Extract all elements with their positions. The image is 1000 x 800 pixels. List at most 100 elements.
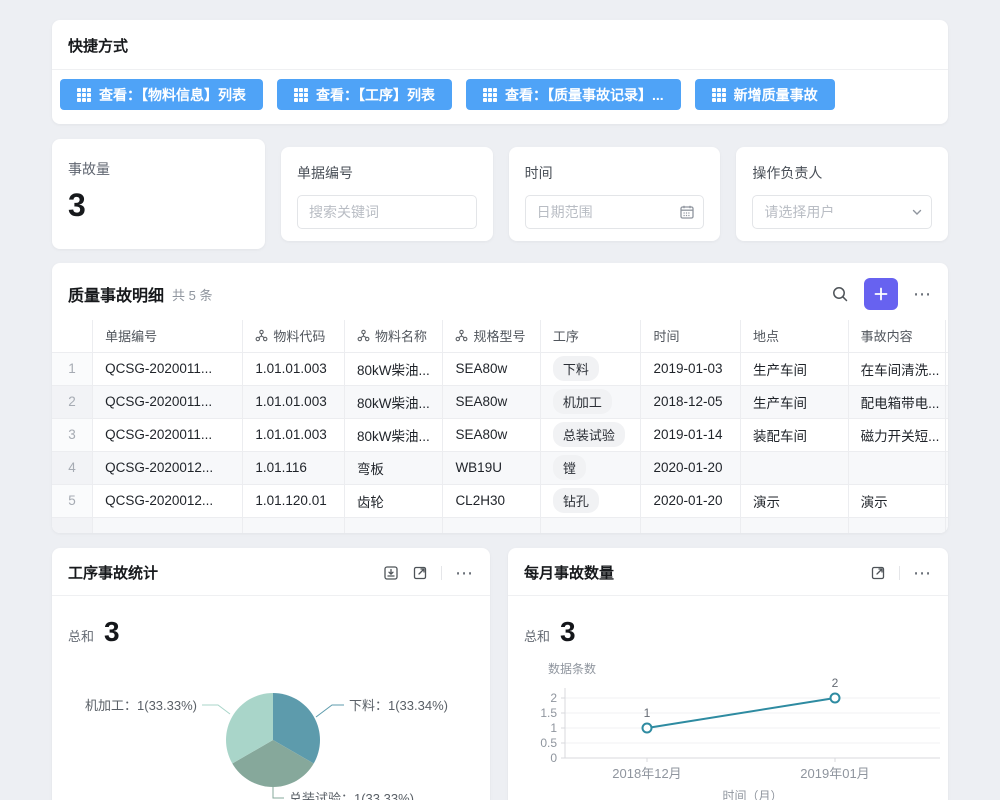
cell-doc_no: QCSG-2020011...: [93, 352, 243, 385]
pie-card-title: 工序事故统计: [68, 562, 158, 583]
date-range-input[interactable]: [525, 195, 705, 229]
filter-row: 事故量 3 单据编号 时间: [52, 139, 948, 249]
download-icon[interactable]: [383, 565, 399, 581]
y-tick-label: 1.5: [540, 706, 557, 720]
cell-material_code: 1.01.120.01: [243, 484, 345, 517]
open-window-icon[interactable]: [870, 565, 886, 581]
column-header-content[interactable]: 事故内容: [848, 320, 945, 352]
process-stat-card: 工序事故统计 ⋯: [52, 548, 490, 800]
column-header-avatar[interactable]: 操作负责人: [946, 320, 948, 352]
cell-location: [740, 451, 848, 484]
row-index: 3: [52, 418, 93, 451]
cell-material_name: 齿轮: [344, 484, 443, 517]
line-card-title: 每月事故数量: [524, 562, 614, 583]
y-tick-label: 1: [550, 721, 557, 735]
cell-content: 配电箱带电...: [848, 385, 945, 418]
accident-count-card: 事故量 3: [52, 139, 265, 249]
table-row-empty: [52, 517, 948, 533]
operator-filter-label: 操作负责人: [752, 163, 932, 183]
cell-content: [848, 451, 945, 484]
column-header-spec[interactable]: 规格型号: [443, 320, 540, 352]
grid-icon: [77, 88, 91, 102]
cell-spec: WB19U: [443, 451, 540, 484]
shortcut-button-label: 查看：【物料信息】列表: [99, 85, 246, 105]
cell-location: 生产车间: [740, 352, 848, 385]
column-header-date[interactable]: 时间: [641, 320, 741, 352]
pie-label: 机加工：1(33.33%): [85, 698, 197, 713]
cell-doc_no: QCSG-2020011...: [93, 385, 243, 418]
shortcut-button-label: 查看：【工序】列表: [316, 85, 435, 105]
process-badge: 下料: [553, 356, 599, 381]
shortcut-button-2[interactable]: 查看：【工序】列表: [277, 79, 452, 110]
y-axis-title: 数据条数: [548, 661, 596, 676]
column-header-doc_no[interactable]: 单据编号: [93, 320, 243, 352]
x-tick-label: 2019年01月: [800, 766, 869, 781]
table-title: 质量事故明细: [68, 282, 164, 306]
table-row[interactable]: 5QCSG-2020012...1.01.120.01齿轮CL2H30钻孔202…: [52, 484, 948, 517]
column-header-process[interactable]: 工序: [540, 320, 641, 352]
column-header-location[interactable]: 地点: [740, 320, 848, 352]
accident-detail-card: 质量事故明细 共 5 条 ⋯ 单据编号物料代码物料名称规格型号工序时间地点事故内…: [52, 263, 948, 533]
data-point-label: 1: [644, 706, 651, 720]
operator-select-placeholder: 请选择用户: [764, 202, 834, 222]
cell-material_code: 1.01.01.003: [243, 385, 345, 418]
accident-table: 单据编号物料代码物料名称规格型号工序时间地点事故内容操作负责人1QCSG-202…: [52, 320, 948, 533]
cell-content: 磁力开关短...: [848, 418, 945, 451]
shortcut-button-row: 查看：【物料信息】列表 查看：【工序】列表 查看：【质量事故记录】... 新增质量事故: [52, 70, 948, 124]
open-window-icon[interactable]: [412, 565, 428, 581]
y-tick-label: 0: [550, 751, 557, 765]
divider: [441, 566, 442, 580]
cell-material_code: 1.01.01.003: [243, 418, 345, 451]
search-icon[interactable]: [831, 285, 849, 303]
add-record-button[interactable]: [864, 278, 898, 310]
cell-spec: SEA80w: [443, 352, 540, 385]
chevron-down-icon: [911, 206, 923, 218]
y-tick-label: 2: [550, 691, 557, 705]
cell-doc_no: QCSG-2020011...: [93, 418, 243, 451]
cell-location: 演示: [740, 484, 848, 517]
shortcut-button-4[interactable]: 新增质量事故: [695, 79, 835, 110]
linked-field-icon: [455, 329, 468, 342]
table-row[interactable]: 4QCSG-2020012...1.01.116弯板WB19U镗2020-01-…: [52, 451, 948, 484]
row-index: 1: [52, 352, 93, 385]
shortcuts-title: 快捷方式: [68, 35, 932, 56]
process-badge: 钻孔: [553, 488, 599, 513]
cell-date: 2020-01-20: [641, 451, 741, 484]
cell-spec: SEA80w: [443, 418, 540, 451]
cell-location: 装配车间: [740, 418, 848, 451]
cell-spec: SEA80w: [443, 385, 540, 418]
cell-process: 下料: [540, 352, 641, 385]
cell-process: 总装试验: [540, 418, 641, 451]
cell-material_name: 80kW柴油...: [344, 352, 443, 385]
plus-icon: [873, 286, 889, 302]
linked-field-icon: [357, 329, 370, 342]
process-pie-chart[interactable]: 下料：1(33.34%)总装试验：1(33.33%)机加工：1(33.33%): [52, 648, 490, 800]
table-row[interactable]: 1QCSG-2020011...1.01.01.00380kW柴油...SEA8…: [52, 352, 948, 385]
line-sum-label: 总和: [524, 626, 550, 645]
table-row[interactable]: 2QCSG-2020011...1.01.01.00380kW柴油...SEA8…: [52, 385, 948, 418]
calendar-icon: [679, 204, 695, 220]
table-scroll-area[interactable]: 单据编号物料代码物料名称规格型号工序时间地点事故内容操作负责人1QCSG-202…: [52, 320, 948, 533]
shortcut-button-3[interactable]: 查看：【质量事故记录】...: [466, 79, 681, 110]
doc-no-search-input[interactable]: [297, 195, 477, 229]
more-icon[interactable]: ⋯: [913, 564, 932, 582]
data-point[interactable]: [643, 724, 652, 733]
column-header-material_code[interactable]: 物料代码: [243, 320, 345, 352]
operator-select[interactable]: 请选择用户: [752, 195, 932, 229]
cell-doc_no: QCSG-2020012...: [93, 451, 243, 484]
shortcut-button-1[interactable]: 查看：【物料信息】列表: [60, 79, 263, 110]
more-icon[interactable]: ⋯: [913, 285, 932, 303]
cell-material_code: 1.01.01.003: [243, 352, 345, 385]
cell-operator: [946, 418, 948, 451]
more-icon[interactable]: ⋯: [455, 564, 474, 582]
column-header-material_name[interactable]: 物料名称: [344, 320, 443, 352]
monthly-line-chart[interactable]: 数据条数00.511.522018年12月2019年01月12时间（月）: [508, 648, 948, 800]
accident-count-label: 事故量: [68, 159, 249, 179]
pie-sum-label: 总和: [68, 626, 94, 645]
data-point[interactable]: [831, 694, 840, 703]
pie-label: 总装试验：1(33.33%): [289, 791, 414, 800]
column-header-index[interactable]: [52, 320, 93, 352]
grid-icon: [294, 88, 308, 102]
process-badge: 镗: [553, 455, 586, 480]
table-row[interactable]: 3QCSG-2020011...1.01.01.00380kW柴油...SEA8…: [52, 418, 948, 451]
